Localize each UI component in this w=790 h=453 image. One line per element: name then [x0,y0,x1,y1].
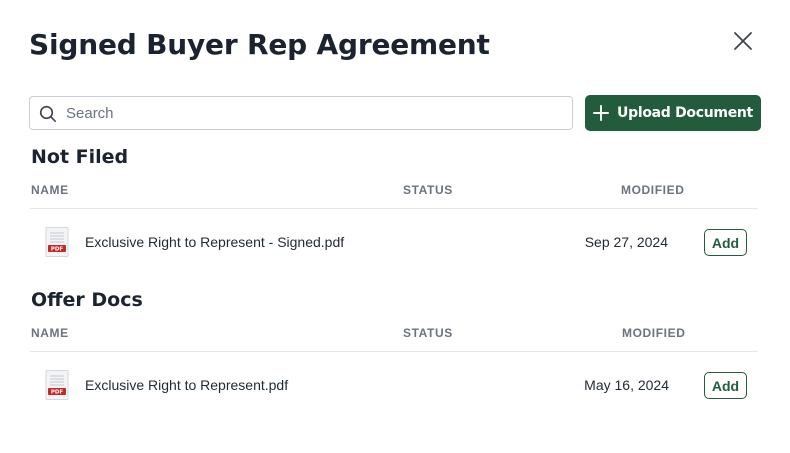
column-header-status: STATUS [403,183,453,197]
pdf-file-icon: PDF [45,227,69,257]
dialog-title: Signed Buyer Rep Agreement [29,28,490,61]
add-button[interactable]: Add [704,229,747,256]
search-box [29,96,573,130]
divider [30,351,758,352]
upload-document-button[interactable]: Upload Document [585,95,761,131]
column-header-name: NAME [31,326,69,340]
section-title-not-filed: Not Filed [31,146,129,168]
column-header-modified: MODIFIED [621,183,685,197]
signed-buyer-rep-agreement-dialog: Signed Buyer Rep Agreement Upload Docume… [0,0,790,453]
plus-icon [593,105,610,121]
pdf-file-icon: PDF [45,370,69,400]
search-icon [39,105,57,123]
add-button[interactable]: Add [704,372,747,399]
file-name[interactable]: Exclusive Right to Represent.pdf [85,377,288,393]
column-header-name: NAME [31,183,69,197]
upload-document-label: Upload Document [617,105,753,121]
divider [30,208,758,209]
column-header-status: STATUS [403,326,453,340]
file-name[interactable]: Exclusive Right to Represent - Signed.pd… [85,234,344,250]
pdf-badge-label: PDF [51,390,64,396]
close-icon[interactable] [730,28,756,54]
search-input[interactable] [66,97,566,129]
column-header-modified: MODIFIED [622,326,686,340]
section-title-offer-docs: Offer Docs [31,289,143,311]
file-modified-date: Sep 27, 2024 [584,234,668,250]
file-modified-date: May 16, 2024 [584,377,669,393]
pdf-badge-label: PDF [51,247,64,253]
